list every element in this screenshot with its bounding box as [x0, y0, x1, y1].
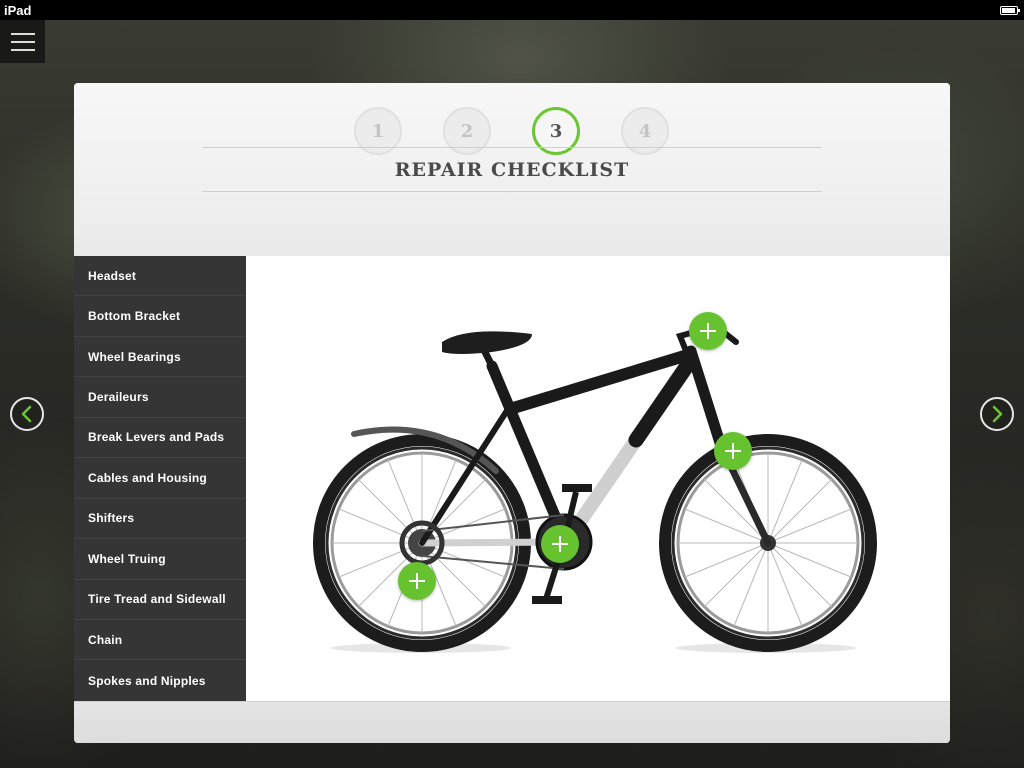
panel-header: 1 2 3 4 REPAIR CHECKLIST [74, 83, 950, 256]
bicycle-illustration [313, 322, 877, 653]
hotspot-front-brake[interactable] [714, 432, 752, 470]
plus-icon [409, 573, 425, 589]
hotspot-rear-wheel[interactable] [398, 562, 436, 600]
sidebar-item-spokes-nipples[interactable]: Spokes and Nipples [74, 660, 246, 700]
chevron-right-icon [992, 405, 1003, 423]
next-button[interactable] [980, 397, 1014, 431]
sidebar-item-cables-housing[interactable]: Cables and Housing [74, 458, 246, 499]
sidebar-item-headset[interactable]: Headset [74, 256, 246, 297]
step-indicator: 1 2 3 4 [354, 107, 670, 157]
previous-button[interactable] [10, 397, 44, 431]
title-divider-top [202, 147, 822, 148]
repair-checklist-panel: 1 2 3 4 REPAIR CHECKLIST Headset Bottom … [74, 83, 950, 743]
checklist-sidebar: Headset Bottom Bracket Wheel Bearings De… [74, 256, 246, 701]
sidebar-item-tire-tread-sidewall[interactable]: Tire Tread and Sidewall [74, 580, 246, 620]
bike-stage [246, 256, 950, 701]
sidebar-item-derailleurs[interactable]: Deraileurs [74, 377, 246, 418]
sidebar-item-wheel-bearings[interactable]: Wheel Bearings [74, 337, 246, 378]
hotspot-bottom-bracket[interactable] [541, 525, 579, 563]
panel-footer [74, 701, 950, 743]
sidebar-item-brake-levers-pads[interactable]: Break Levers and Pads [74, 418, 246, 459]
battery-icon [1000, 5, 1020, 15]
title-divider-bottom [202, 191, 822, 192]
sidebar-item-shifters[interactable]: Shifters [74, 499, 246, 540]
page-title: REPAIR CHECKLIST [394, 159, 630, 181]
status-bar: iPad [0, 0, 1024, 20]
hamburger-menu-icon [10, 32, 35, 35]
sidebar-item-wheel-truing[interactable]: Wheel Truing [74, 539, 246, 580]
menu-button[interactable] [0, 20, 45, 63]
sidebar-item-chain[interactable]: Chain [74, 620, 246, 661]
plus-icon [700, 323, 716, 339]
plus-icon [552, 536, 568, 552]
plus-icon [725, 443, 741, 459]
chevron-left-icon [21, 405, 32, 423]
device-label: iPad [4, 2, 32, 18]
sidebar-item-bottom-bracket[interactable]: Bottom Bracket [74, 296, 246, 337]
hotspot-headset[interactable] [689, 312, 727, 350]
